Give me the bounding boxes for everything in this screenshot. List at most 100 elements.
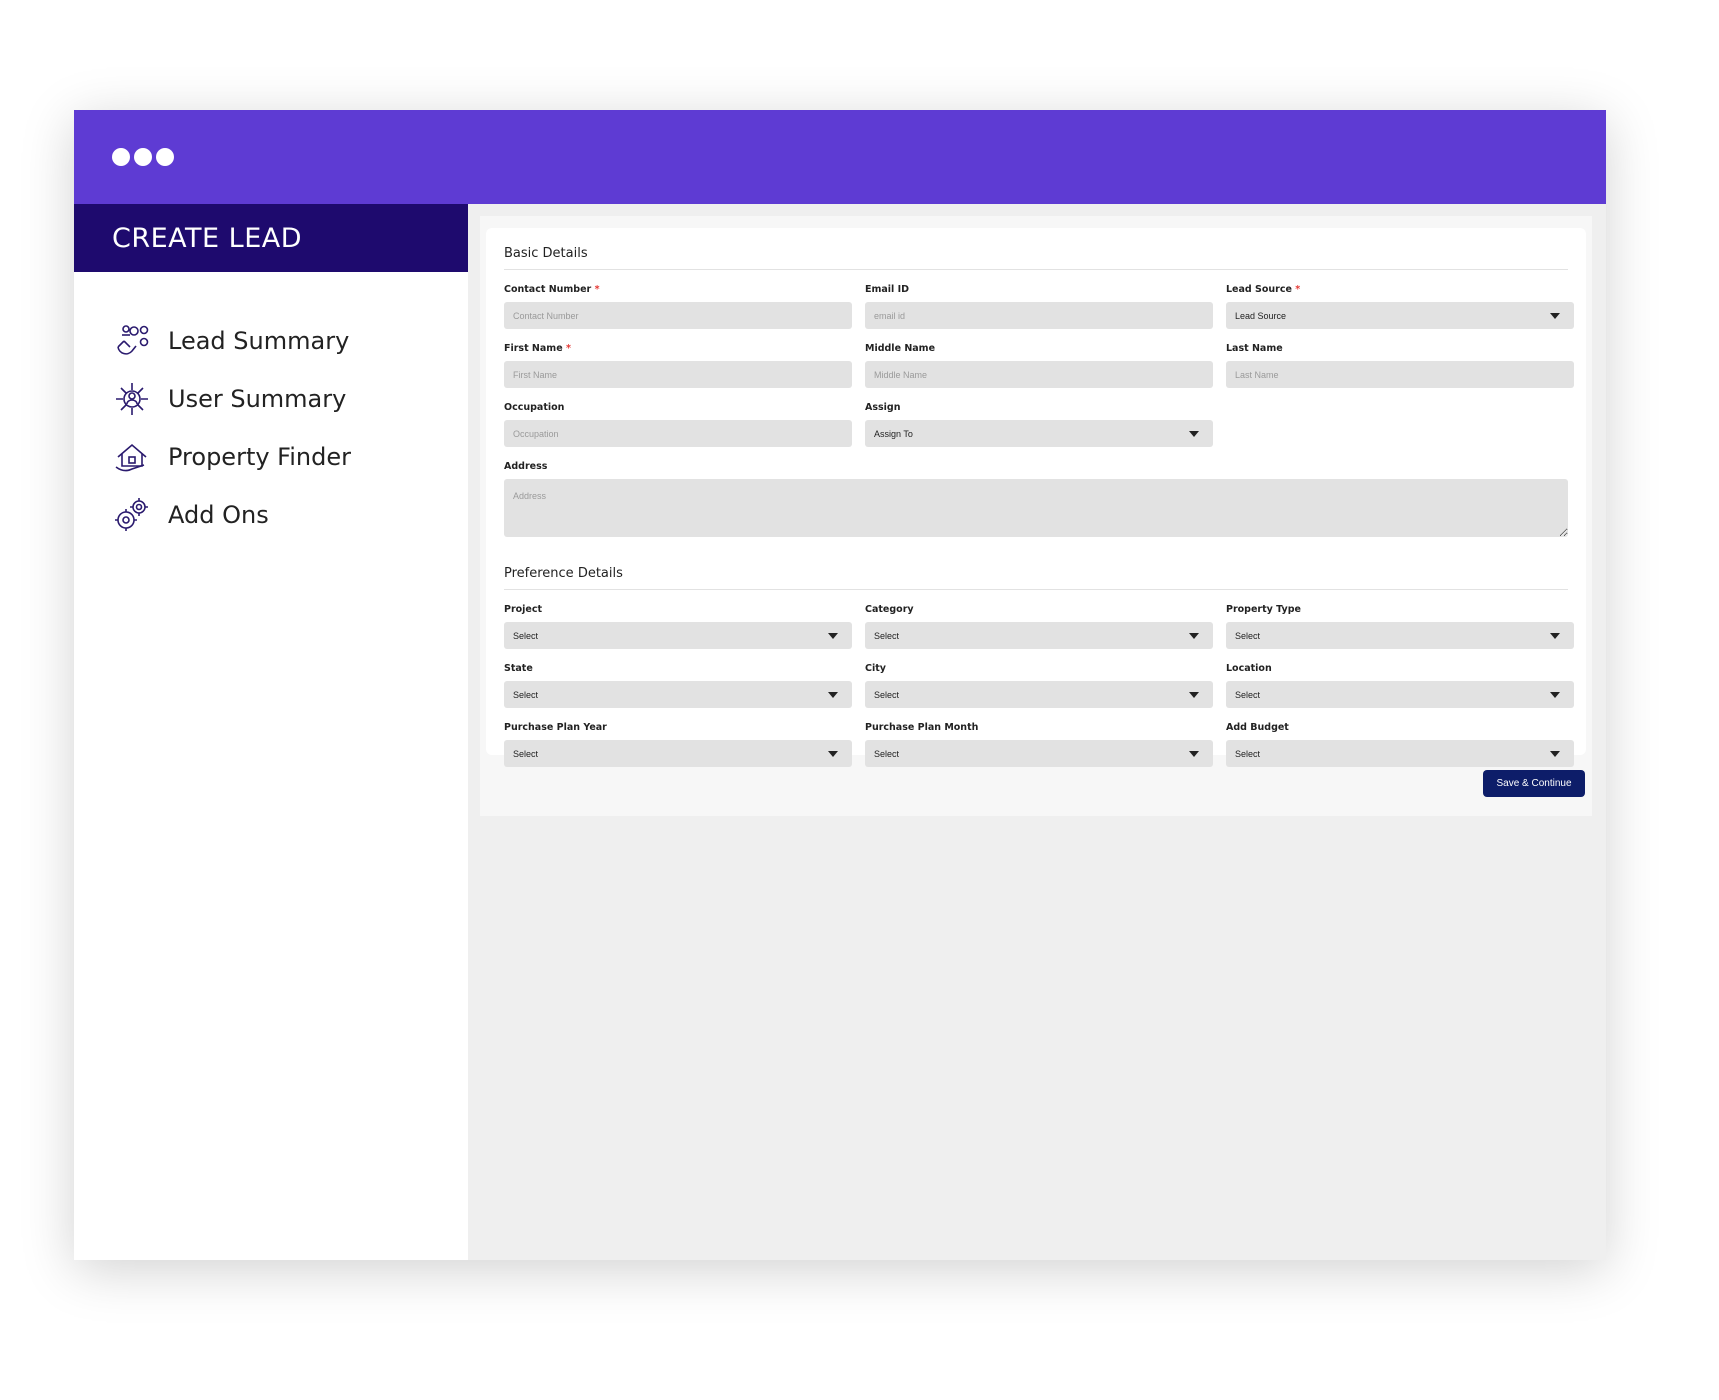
chevron-down-icon	[828, 750, 838, 757]
first-name-input[interactable]	[504, 361, 852, 388]
property-type-select[interactable]: Select	[1226, 622, 1574, 649]
top-bar	[74, 110, 1606, 204]
email-input[interactable]	[865, 302, 1213, 329]
preference-details-title: Preference Details	[504, 548, 1568, 590]
middle-name-field: Middle Name	[865, 343, 1213, 388]
contact-number-input[interactable]	[504, 302, 852, 329]
email-field: Email ID	[865, 284, 1213, 329]
project-field: Project Select	[504, 604, 852, 649]
assign-label: Assign	[865, 402, 901, 413]
chevron-down-icon	[1550, 312, 1560, 319]
first-name-label: First Name	[504, 343, 563, 354]
sidebar-item-user-summary[interactable]: User Summary	[112, 370, 468, 428]
required-marker: *	[565, 343, 571, 354]
purchase-month-field: Purchase Plan Month Select	[865, 722, 1213, 767]
state-label: State	[504, 663, 533, 674]
select-value: Assign To	[874, 428, 913, 439]
sidebar-item-lead-summary[interactable]: Lead Summary	[112, 312, 468, 370]
basic-details-grid: Contact Number * Email ID Lead Source * …	[504, 270, 1574, 447]
chevron-down-icon	[1189, 750, 1199, 757]
select-value: Select	[874, 630, 900, 641]
required-marker: *	[1295, 284, 1301, 295]
property-finder-icon	[112, 437, 152, 477]
sidebar-item-label: Property Finder	[168, 443, 351, 471]
address-field: Address	[504, 461, 1568, 542]
window-dots	[112, 148, 174, 166]
address-textarea[interactable]	[504, 479, 1568, 537]
purchase-month-label: Purchase Plan Month	[865, 722, 979, 733]
assign-field: Assign Assign To	[865, 402, 1213, 447]
purchase-year-label: Purchase Plan Year	[504, 722, 607, 733]
location-field: Location Select	[1226, 663, 1574, 708]
window-dot	[112, 148, 130, 166]
required-marker: *	[594, 284, 600, 295]
state-select[interactable]: Select	[504, 681, 852, 708]
chevron-down-icon	[1550, 632, 1560, 639]
email-label: Email ID	[865, 284, 910, 295]
sidebar: CREATE LEAD Lead Summary User Summary Pr…	[74, 204, 468, 1260]
property-type-field: Property Type Select	[1226, 604, 1574, 649]
sidebar-item-property-finder[interactable]: Property Finder	[112, 428, 468, 486]
sidebar-item-label: Add Ons	[168, 501, 269, 529]
select-value: Select	[513, 689, 539, 700]
city-select[interactable]: Select	[865, 681, 1213, 708]
purchase-month-select[interactable]: Select	[865, 740, 1213, 767]
select-value: Select	[874, 748, 900, 759]
lead-source-select[interactable]: Lead Source	[1226, 302, 1574, 329]
select-value: Select	[1235, 689, 1261, 700]
sidebar-item-add-ons[interactable]: Add Ons	[112, 486, 468, 544]
contact-number-field: Contact Number *	[504, 284, 852, 329]
first-name-field: First Name *	[504, 343, 852, 388]
lead-source-label: Lead Source	[1226, 284, 1292, 295]
chevron-down-icon	[1550, 691, 1560, 698]
window-dot	[134, 148, 152, 166]
project-select[interactable]: Select	[504, 622, 852, 649]
chevron-down-icon	[828, 632, 838, 639]
select-value: Select	[1235, 748, 1261, 759]
middle-name-input[interactable]	[865, 361, 1213, 388]
assign-select[interactable]: Assign To	[865, 420, 1213, 447]
last-name-field: Last Name	[1226, 343, 1574, 388]
location-label: Location	[1226, 663, 1272, 674]
chevron-down-icon	[1189, 691, 1199, 698]
budget-select[interactable]: Select	[1226, 740, 1574, 767]
occupation-label: Occupation	[504, 402, 565, 413]
purchase-year-field: Purchase Plan Year Select	[504, 722, 852, 767]
state-field: State Select	[504, 663, 852, 708]
sidebar-item-label: Lead Summary	[168, 327, 350, 355]
form-panel: Basic Details Contact Number * Email ID …	[480, 216, 1592, 816]
select-value: Select	[874, 689, 900, 700]
property-type-label: Property Type	[1226, 604, 1301, 615]
category-select[interactable]: Select	[865, 622, 1213, 649]
select-value: Select	[513, 748, 539, 759]
preference-details-grid: Project Select Category Select Property …	[504, 590, 1574, 767]
last-name-input[interactable]	[1226, 361, 1574, 388]
lead-source-field: Lead Source * Lead Source	[1226, 284, 1574, 329]
last-name-label: Last Name	[1226, 343, 1283, 354]
chevron-down-icon	[1189, 632, 1199, 639]
sidebar-title: CREATE LEAD	[74, 204, 468, 272]
window-dot	[156, 148, 174, 166]
select-value: Select	[1235, 630, 1261, 641]
lead-form-card: Basic Details Contact Number * Email ID …	[486, 228, 1586, 767]
save-continue-button[interactable]: Save & Continue	[1483, 770, 1585, 797]
user-summary-icon	[112, 379, 152, 419]
sidebar-nav: Lead Summary User Summary Property Finde…	[74, 272, 468, 544]
chevron-down-icon	[1189, 430, 1199, 437]
contact-number-label: Contact Number	[504, 284, 592, 295]
select-value: Lead Source	[1235, 310, 1287, 321]
location-select[interactable]: Select	[1226, 681, 1574, 708]
chevron-down-icon	[828, 691, 838, 698]
budget-label: Add Budget	[1226, 722, 1289, 733]
budget-field: Add Budget Select	[1226, 722, 1574, 767]
project-label: Project	[504, 604, 543, 615]
category-label: Category	[865, 604, 914, 615]
app-window: CREATE LEAD Lead Summary User Summary Pr…	[74, 110, 1606, 1260]
address-label: Address	[504, 461, 548, 472]
occupation-input[interactable]	[504, 420, 852, 447]
middle-name-label: Middle Name	[865, 343, 936, 354]
sidebar-item-label: User Summary	[168, 385, 347, 413]
lead-summary-icon	[112, 321, 152, 361]
purchase-year-select[interactable]: Select	[504, 740, 852, 767]
main-content: Basic Details Contact Number * Email ID …	[468, 204, 1606, 1260]
